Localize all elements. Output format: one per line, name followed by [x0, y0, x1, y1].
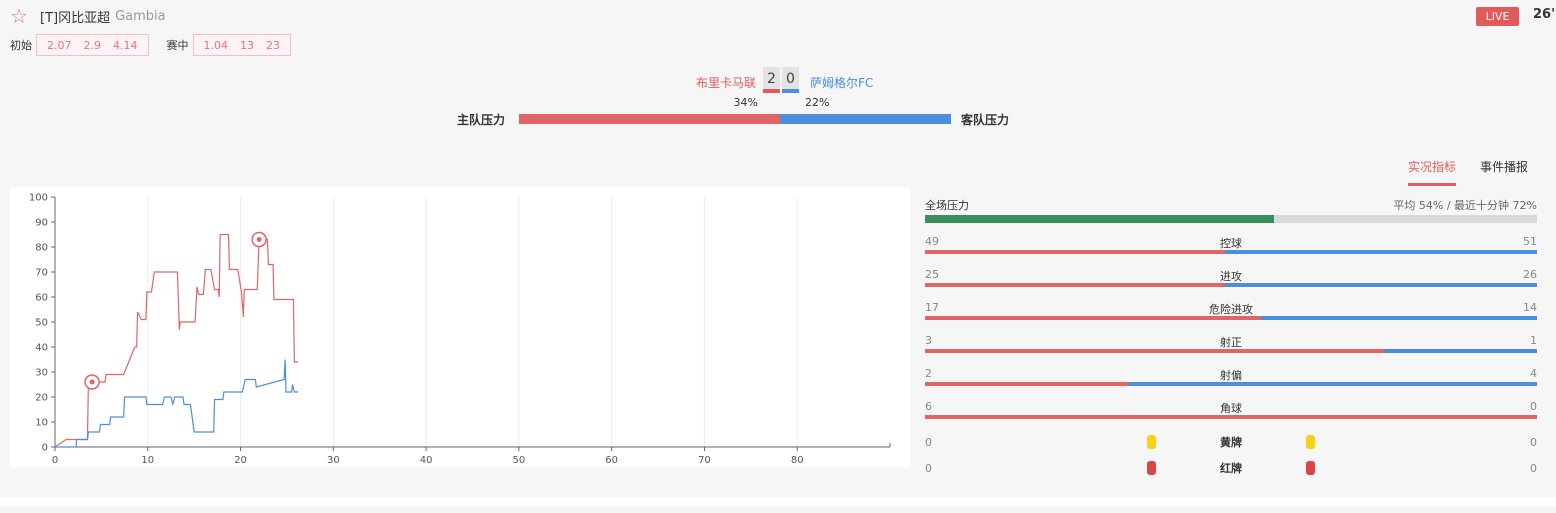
stat-values: 6 角球 0: [925, 400, 1537, 415]
odds-value: 13: [240, 38, 254, 52]
odds-value: 23: [266, 38, 280, 52]
stat-name: 控球: [1220, 237, 1242, 250]
bottom-divider: [0, 497, 1556, 507]
card-row: 0 黄牌 0: [925, 429, 1537, 455]
stats-tabs: 实况指标 事件播报: [1408, 158, 1552, 186]
odds-value: 2.07: [47, 38, 72, 52]
x-tick-label: 0: [52, 455, 58, 466]
odds-value: 1.04: [203, 38, 229, 52]
pressure-chart-panel: 0 10 20 30 40 50 60 70 80 0 10 20 30 40 50 60 70 80 90 100: [10, 187, 910, 467]
stat-row: 6 角球 0: [925, 400, 1537, 421]
y-tick-label: 10: [35, 418, 48, 429]
y-tick-label: 100: [29, 193, 48, 204]
total-pressure-header: 全场压力 平均 54% / 最近十分钟 72%: [925, 197, 1537, 213]
match-panel: ☆ [T]冈比亚超 Gambia 初始 2.07 2.9 4.14 赛中 1.0…: [0, 0, 1556, 497]
pressure-chart: 0 10 20 30 40 50 60 70 80 0 10 20 30 40 50 60 70 80 90 100: [29, 193, 891, 466]
stat-values: 25 进攻 26: [925, 268, 1537, 283]
total-pressure-summary: 平均 54% / 最近十分钟 72%: [1393, 199, 1537, 212]
odds-row: 初始 2.07 2.9 4.14 赛中 1.04 13 23: [10, 34, 309, 56]
live-odds-label: 赛中: [166, 39, 189, 52]
card-name: 红牌: [1220, 462, 1242, 475]
match-minute: 26': [1533, 7, 1556, 22]
home-pressure-label: 主队压力: [457, 113, 506, 127]
tab-event-feed[interactable]: 事件播报: [1480, 158, 1528, 186]
stats-panel: 全场压力 平均 54% / 最近十分钟 72% 49 控球 51 25 进攻 2…: [925, 197, 1537, 481]
away-pressure-line: [55, 359, 299, 448]
live-badge: LIVE: [1476, 7, 1519, 26]
stat-row: 2 射偏 4: [925, 367, 1537, 388]
home-pressure-fill: [519, 114, 781, 124]
away-team-name[interactable]: 萨姆格尔FC: [810, 74, 873, 91]
x-tick-label: 70: [698, 455, 711, 466]
x-tick-label: 50: [513, 455, 526, 466]
y-tick-label: 40: [35, 343, 48, 354]
initial-odds-label: 初始: [10, 39, 32, 52]
x-tick-label: 40: [420, 455, 433, 466]
tab-live-indicators[interactable]: 实况指标: [1408, 158, 1457, 186]
match-header: ☆ [T]冈比亚超 Gambia: [10, 6, 166, 26]
x-tick-label: 20: [234, 455, 247, 466]
odds-value: 2.9: [83, 38, 102, 52]
stat-values: 2 射偏 4: [925, 367, 1537, 382]
stat-row: 17 危险进攻 14: [925, 301, 1537, 322]
home-score: 2: [763, 67, 780, 93]
total-pressure-fill: [925, 215, 1274, 223]
x-tick-label: 30: [327, 455, 340, 466]
away-pressure-fill: [780, 114, 951, 124]
stat-name: 射偏: [1220, 369, 1242, 382]
stat-values: 49 控球 51: [925, 235, 1537, 250]
home-team-name[interactable]: 布里卡马联: [696, 74, 756, 91]
goal-ball-center: [256, 237, 262, 242]
stat-row: 25 进攻 26: [925, 268, 1537, 289]
x-tick-label: 80: [791, 455, 804, 466]
x-tick-label: 60: [605, 455, 618, 466]
goal-ball-center: [89, 379, 95, 385]
home-percentage: 34%: [733, 96, 758, 109]
odds-value: 4.14: [113, 38, 138, 52]
league-name-en: Gambia: [115, 8, 166, 24]
away-percentage: 22%: [805, 96, 830, 109]
star-outline-icon[interactable]: ☆: [10, 6, 30, 26]
stat-row: 49 控球 51: [925, 235, 1537, 256]
x-tick-label: 10: [141, 455, 154, 466]
y-tick-label: 50: [35, 318, 48, 329]
y-tick-label: 30: [35, 368, 48, 379]
stat-row: 3 射正 1: [925, 334, 1537, 355]
total-pressure-label: 全场压力: [925, 199, 969, 212]
stat-name: 危险进攻: [1209, 303, 1253, 316]
card-row: 0 红牌 0: [925, 455, 1537, 481]
total-pressure-bar: [925, 215, 1537, 223]
y-tick-label: 80: [35, 243, 48, 254]
stat-name: 角球: [1220, 402, 1242, 415]
stat-name: 射正: [1220, 336, 1242, 349]
red-card-icon: [1306, 461, 1315, 475]
away-pressure-label: 客队压力: [961, 113, 1010, 127]
yellow-card-icon: [1306, 435, 1315, 449]
y-tick-label: 90: [35, 218, 48, 229]
pressure-bar: [519, 114, 951, 124]
y-tick-label: 20: [35, 393, 48, 404]
home-pressure-line: [54, 233, 299, 448]
card-name: 黄牌: [1220, 436, 1242, 449]
stat-name: 进攻: [1220, 270, 1242, 283]
y-tick-label: 0: [42, 443, 48, 454]
live-odds: 1.04 13 23: [192, 34, 291, 56]
league-name[interactable]: [T]冈比亚超: [40, 7, 110, 26]
away-score: 0: [782, 67, 799, 93]
stat-values: 17 危险进攻 14: [925, 301, 1537, 316]
y-tick-label: 60: [35, 293, 48, 304]
initial-odds: 2.07 2.9 4.14: [36, 34, 149, 56]
stat-values: 3 射正 1: [925, 334, 1537, 349]
y-tick-label: 70: [35, 268, 48, 279]
